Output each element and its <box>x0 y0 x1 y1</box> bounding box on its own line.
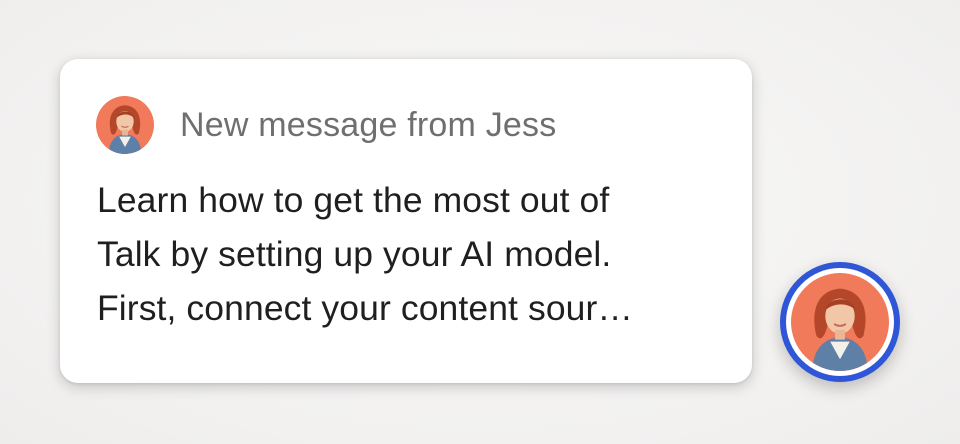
notification-message-preview: Learn how to get the most out of Talk by… <box>97 173 727 335</box>
message-preview-line: First, connect your content sour… <box>97 288 634 328</box>
agent-avatar-icon <box>791 273 889 371</box>
message-preview-line: Talk by setting up your AI model. <box>97 234 612 274</box>
message-preview-line: Learn how to get the most out of <box>97 180 610 220</box>
notification-sender-line: New message from Jess <box>180 105 557 144</box>
message-notification-card[interactable]: New message from Jess Learn how to get t… <box>60 59 752 383</box>
notification-header: New message from Jess <box>96 96 556 154</box>
launcher-ring-gap <box>786 268 894 376</box>
chat-launcher-button[interactable] <box>780 262 900 382</box>
agent-avatar-icon <box>96 96 154 154</box>
page-background: New message from Jess Learn how to get t… <box>0 0 960 444</box>
